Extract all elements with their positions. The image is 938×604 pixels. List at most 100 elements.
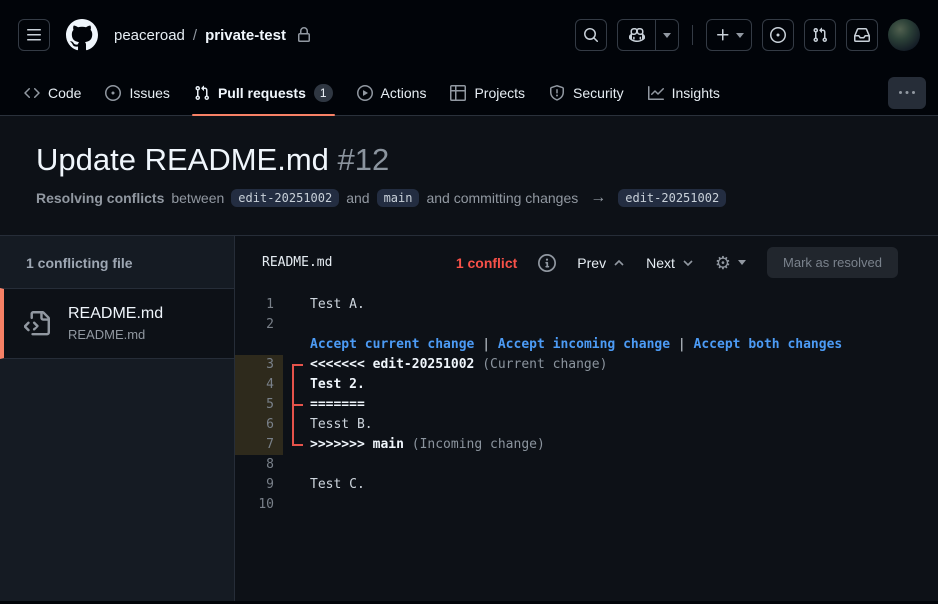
conflict-bracket xyxy=(283,335,310,355)
code-lines: 1 Test A. 2 Accept current change | Accept … xyxy=(235,295,938,515)
breadcrumb-separator: / xyxy=(192,26,198,44)
issue-opened-icon xyxy=(770,27,786,43)
tab-pull-requests[interactable]: Pull requests 1 xyxy=(182,70,345,116)
head-branch-label[interactable]: edit-20251002 xyxy=(231,189,340,207)
tab-issues[interactable]: Issues xyxy=(93,70,181,115)
code-line[interactable]: 8 xyxy=(235,455,938,475)
code-line[interactable]: 7 >>>>>>> main (Incoming change) xyxy=(235,435,938,455)
line-text: Test C. xyxy=(310,475,365,495)
editor-toolbar: README.md 1 conflict Prev Next ⚙ Mark as… xyxy=(235,236,938,289)
line-text: <<<<<<< edit-20251002 (Current change) xyxy=(310,355,607,375)
codelens-row[interactable]: Accept current change | Accept incoming … xyxy=(235,335,938,355)
lock-icon xyxy=(297,27,310,42)
bracket-line xyxy=(292,415,294,435)
tab-label: Projects xyxy=(474,84,526,101)
code-segment: Test A. xyxy=(310,297,365,312)
base-branch-label[interactable]: main xyxy=(376,189,420,207)
inbox-button[interactable] xyxy=(846,19,878,51)
codelens-action[interactable]: Accept current change xyxy=(310,337,474,352)
info-button[interactable] xyxy=(538,253,557,272)
tab-overflow-button[interactable] xyxy=(888,76,926,109)
line-text: >>>>>>> main (Incoming change) xyxy=(310,435,545,455)
line-text: ======= xyxy=(310,395,365,415)
pull-requests-count-badge: 1 xyxy=(313,83,333,102)
subtitle-text: and committing changes xyxy=(426,190,579,206)
tab-label: Actions xyxy=(380,84,427,101)
chevron-down-icon xyxy=(738,260,747,265)
line-number: 5 xyxy=(235,395,283,415)
code-line[interactable]: 6 Tesst B. xyxy=(235,415,938,435)
tab-actions[interactable]: Actions xyxy=(345,70,439,115)
code-line[interactable]: 3 <<<<<<< edit-20251002 (Current change) xyxy=(235,355,938,375)
line-number: 1 xyxy=(266,297,274,312)
mark-as-resolved-button[interactable]: Mark as resolved xyxy=(767,247,898,278)
prev-label: Prev xyxy=(577,254,607,271)
prev-conflict-button[interactable]: Prev xyxy=(577,255,625,271)
code-line[interactable]: 4 Test 2. xyxy=(235,375,938,395)
repo-tab-bar: Code Issues Pull requests 1 Actions Proj… xyxy=(0,70,938,116)
user-avatar[interactable] xyxy=(888,19,920,51)
conflict-bracket xyxy=(283,355,310,375)
arrow-right-icon: → xyxy=(590,189,607,206)
file-item-text: README.md README.md xyxy=(68,305,163,342)
code-segment: >>>>>>> main xyxy=(310,437,412,452)
tab-insights[interactable]: Insights xyxy=(636,70,732,115)
subtitle-text: between xyxy=(171,190,225,206)
conflicting-file-item[interactable]: README.md README.md xyxy=(0,288,234,359)
line-number: 6 xyxy=(235,415,283,435)
line-number: 4 xyxy=(235,375,283,395)
octocat-icon xyxy=(66,19,98,51)
code-segment: Test C. xyxy=(310,477,365,492)
code-segment: Tesst B. xyxy=(310,417,373,432)
table-icon xyxy=(450,84,467,101)
tab-security[interactable]: Security xyxy=(537,70,636,115)
code-line[interactable]: 1 Test A. xyxy=(235,295,938,315)
top-navbar: peaceroad / private-test xyxy=(0,0,938,70)
tab-label: Insights xyxy=(671,84,720,101)
global-menu-button[interactable] xyxy=(18,19,50,51)
line-number: 9 xyxy=(266,477,274,492)
editor-settings-button[interactable]: ⚙ xyxy=(714,252,747,273)
page-title: Update README.md #12 xyxy=(36,142,902,178)
line-text: Test A. xyxy=(310,295,365,315)
codelens-action[interactable]: Accept incoming change xyxy=(498,337,670,352)
conflict-bracket xyxy=(283,435,310,455)
bracket-tick xyxy=(293,404,303,406)
conflict-bracket xyxy=(283,455,310,475)
code-line[interactable]: 9 Test C. xyxy=(235,475,938,495)
next-conflict-button[interactable]: Next xyxy=(646,255,694,271)
code-line[interactable]: 2 xyxy=(235,315,938,335)
navbar-actions xyxy=(575,19,920,51)
github-logo[interactable] xyxy=(66,19,98,51)
codelens-action[interactable]: Accept both changes xyxy=(694,337,843,352)
issues-button[interactable] xyxy=(762,19,794,51)
breadcrumb-owner[interactable]: peaceroad xyxy=(114,27,185,44)
chevron-down-icon xyxy=(683,259,693,266)
hamburger-icon xyxy=(27,29,41,41)
shield-icon xyxy=(550,84,565,101)
code-segment: ======= xyxy=(310,397,365,412)
conflict-editor: README.md 1 conflict Prev Next ⚙ Mark as… xyxy=(235,236,938,601)
codelens-separator: | xyxy=(474,337,498,352)
code-line[interactable]: 5 ======= xyxy=(235,395,938,415)
code-line[interactable]: 10 xyxy=(235,495,938,515)
tab-label: Security xyxy=(573,84,624,101)
line-number: 7 xyxy=(235,435,283,455)
breadcrumb-repo[interactable]: private-test xyxy=(205,27,286,44)
chevron-down-icon xyxy=(735,32,744,38)
copilot-chat-button[interactable] xyxy=(618,20,656,50)
conflict-bracket xyxy=(283,475,310,495)
gear-icon: ⚙ xyxy=(714,252,732,273)
tab-projects[interactable]: Projects xyxy=(438,70,537,115)
search-button[interactable] xyxy=(575,19,607,51)
file-code-icon xyxy=(24,310,50,335)
tab-code[interactable]: Code xyxy=(12,70,93,115)
file-name: README.md xyxy=(68,305,164,322)
target-branch-label[interactable]: edit-20251002 xyxy=(618,189,727,207)
git-pull-request-icon xyxy=(195,85,209,100)
pull-requests-button[interactable] xyxy=(804,19,836,51)
code-editor[interactable]: 1 Test A. 2 Accept current change | Accept … xyxy=(235,289,938,601)
copilot-menu-button[interactable] xyxy=(656,20,678,50)
tab-label: Pull requests xyxy=(217,84,306,101)
create-new-button[interactable] xyxy=(706,19,752,51)
